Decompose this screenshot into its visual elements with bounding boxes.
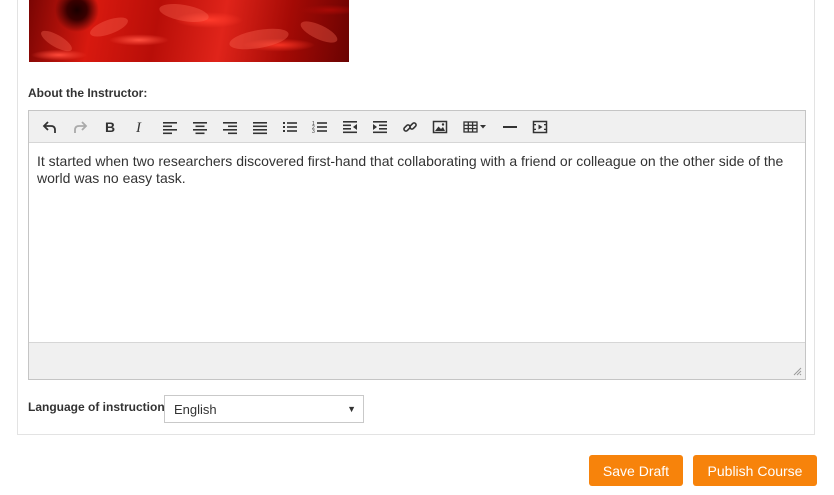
publish-course-button[interactable]: Publish Course — [693, 455, 817, 486]
undo-icon[interactable] — [35, 113, 65, 141]
language-select[interactable]: English ▼ — [164, 395, 364, 423]
outdent-icon[interactable] — [335, 113, 365, 141]
about-instructor-label: About the Instructor: — [28, 86, 148, 100]
align-center-icon[interactable] — [185, 113, 215, 141]
language-label: Language of instruction: — [28, 400, 169, 414]
editor-statusbar — [29, 342, 805, 379]
bold-icon[interactable]: B — [95, 113, 125, 141]
align-justify-icon[interactable] — [245, 113, 275, 141]
horizontal-rule-icon[interactable] — [495, 113, 525, 141]
svg-text:I: I — [135, 120, 142, 135]
table-icon[interactable] — [455, 113, 495, 141]
bullet-list-icon[interactable] — [275, 113, 305, 141]
dropdown-arrow-icon: ▼ — [347, 404, 356, 414]
italic-icon[interactable]: I — [125, 113, 155, 141]
media-icon[interactable] — [525, 113, 555, 141]
save-draft-button[interactable]: Save Draft — [589, 455, 683, 486]
numbered-list-icon[interactable]: 123 — [305, 113, 335, 141]
course-cover-image — [29, 0, 349, 62]
editor-content[interactable]: It started when two researchers discover… — [37, 153, 785, 187]
svg-text:B: B — [105, 119, 115, 135]
editor-toolbar: B I 123 — [29, 111, 805, 143]
rich-text-editor[interactable]: B I 123 It started when two researchers … — [28, 110, 806, 380]
resize-handle-icon[interactable] — [792, 366, 802, 376]
link-icon[interactable] — [395, 113, 425, 141]
image-icon[interactable] — [425, 113, 455, 141]
svg-text:3: 3 — [312, 129, 315, 135]
align-left-icon[interactable] — [155, 113, 185, 141]
indent-icon[interactable] — [365, 113, 395, 141]
language-select-value: English — [174, 401, 217, 417]
align-right-icon[interactable] — [215, 113, 245, 141]
redo-icon[interactable] — [65, 113, 95, 141]
